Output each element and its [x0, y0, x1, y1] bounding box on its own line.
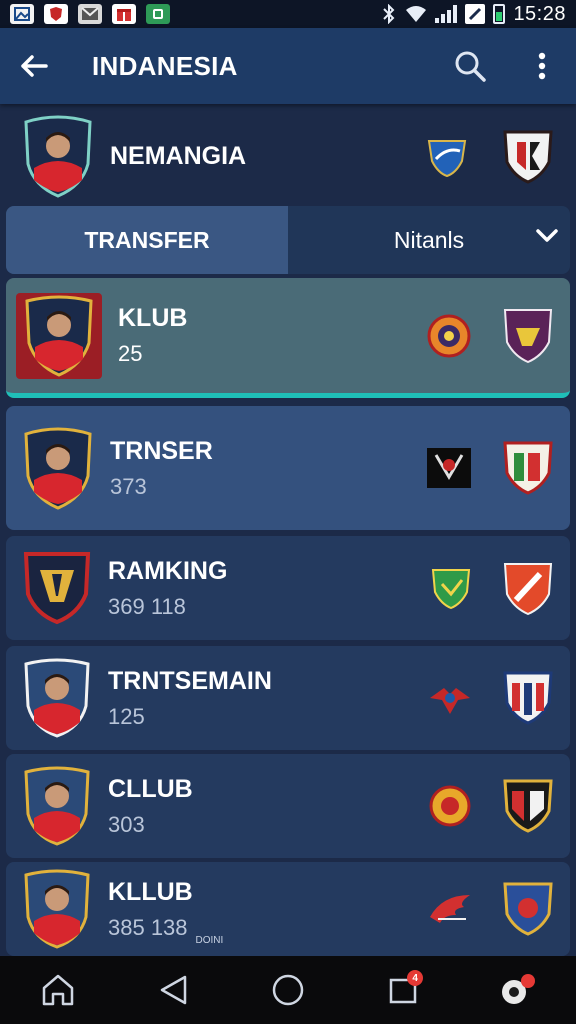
club-crest-purple-icon — [503, 308, 553, 363]
shield-icon — [44, 4, 68, 24]
row-title: TRNTSEMAIN — [108, 666, 272, 695]
club-crest-orange-icon — [427, 314, 471, 357]
row-value: 369 118 — [108, 593, 186, 619]
player-avatar — [24, 427, 92, 510]
bluetooth-icon — [383, 4, 395, 24]
row-title: KLUB — [118, 304, 188, 332]
row-note: DOINI — [195, 934, 224, 946]
club-crest-eagle-icon — [430, 688, 470, 714]
club-crest-striped-icon — [503, 671, 553, 725]
player-avatar — [25, 295, 93, 377]
row-title: RAMKING — [108, 556, 228, 585]
status-bar: 15:28 — [0, 0, 576, 28]
club-crest-flag-icon — [503, 779, 553, 833]
battery-icon — [493, 4, 506, 24]
back-nav-button[interactable] — [149, 966, 197, 1014]
home-icon — [42, 974, 73, 1006]
row-title: KLLUB — [108, 877, 193, 906]
wifi-icon — [406, 6, 427, 22]
tab-dropdown[interactable]: Nitanls — [288, 206, 570, 274]
chevron-down-icon — [536, 229, 558, 242]
mail-icon — [78, 4, 102, 24]
player-avatar — [24, 115, 92, 198]
row-value: 385 138 DOINI — [108, 914, 223, 946]
bottom-navigation: 4 — [0, 956, 576, 1024]
list-item[interactable]: TRNTSEMAIN 125 — [6, 646, 570, 750]
club-crest-blue-icon — [427, 140, 467, 177]
back-button[interactable] — [16, 48, 52, 84]
nfc-icon — [465, 4, 486, 24]
image-icon — [10, 4, 34, 24]
profile-button[interactable] — [494, 966, 542, 1014]
row-value-text: 385 138 — [108, 914, 188, 940]
home-circle-button[interactable] — [264, 966, 312, 1014]
list-item[interactable]: KLUB 25 — [6, 278, 570, 398]
player-avatar — [24, 766, 90, 846]
club-crest-orange-shield-icon — [503, 563, 553, 616]
profile-icon — [502, 974, 536, 1004]
club-crest-wing-icon — [430, 895, 470, 923]
tab-transfer[interactable]: TRANSFER — [6, 206, 288, 274]
notification-icons — [10, 4, 170, 24]
gift-icon — [112, 4, 136, 24]
player-avatar — [24, 869, 90, 949]
club-crest-green-icon — [503, 441, 553, 495]
club-badge-icon — [23, 552, 91, 625]
triangle-back-icon — [160, 975, 187, 1005]
app-title: INDANESIA — [92, 50, 238, 81]
list-item[interactable]: KLLUB 385 138 DOINI — [6, 862, 570, 956]
search-button[interactable] — [452, 48, 488, 84]
club-crest-black-icon — [427, 448, 471, 488]
signal-icon — [435, 5, 458, 23]
app-icon — [146, 4, 170, 24]
search-icon — [455, 51, 486, 82]
recents-button[interactable]: 4 — [379, 966, 427, 1014]
row-value: 125 — [108, 703, 145, 729]
more-options-button[interactable] — [524, 48, 560, 84]
team-header[interactable]: NEMANGIA — [0, 110, 576, 202]
status-indicators: 15:28 — [381, 3, 566, 26]
tab-label: TRANSFER — [84, 226, 210, 253]
circle-home-icon — [272, 974, 304, 1006]
club-crest-red-icon — [503, 130, 553, 184]
home-button[interactable] — [34, 966, 82, 1014]
club-crest-green-shield-icon — [431, 569, 471, 610]
more-vert-icon — [538, 52, 546, 80]
tab-label: Nitanls — [393, 226, 465, 253]
club-crest-gold-icon — [429, 785, 471, 827]
row-value: 373 — [110, 473, 147, 499]
player-avatar — [24, 658, 90, 738]
row-value: 303 — [108, 811, 145, 837]
row-value: 25 — [118, 341, 143, 366]
row-title: CLLUB — [108, 774, 193, 803]
notification-badge: 4 — [407, 970, 424, 986]
player-avatar-frame — [16, 292, 102, 379]
status-time: 15:28 — [513, 2, 566, 25]
team-name: NEMANGIA — [110, 141, 247, 170]
row-title: TRNSER — [110, 436, 213, 465]
arrow-left-icon — [21, 55, 48, 77]
club-crest-blue-shield-icon — [503, 882, 553, 936]
tab-bar: TRANSFER Nitanls — [6, 206, 570, 274]
list-item[interactable]: RAMKING 369 118 — [6, 536, 570, 640]
list-item[interactable]: CLLUB 303 — [6, 754, 570, 858]
list-item[interactable]: TRNSER 373 — [6, 406, 570, 530]
app-bar: INDANESIA — [0, 28, 576, 104]
